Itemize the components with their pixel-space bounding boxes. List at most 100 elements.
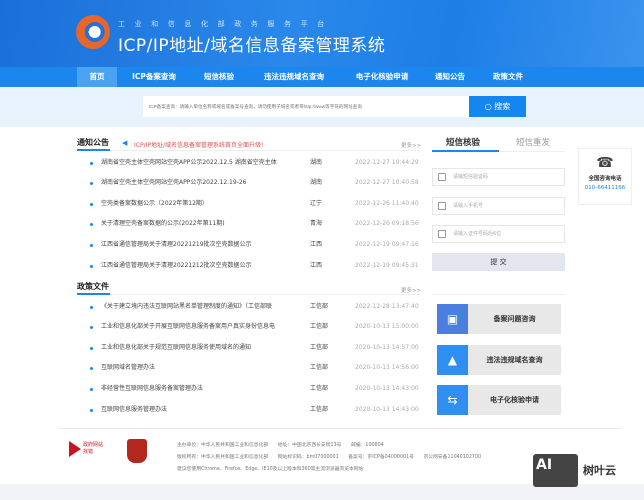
item-title[interactable]: 工业和信息化部关于开展互联网信息服务备案用户真实身份信息电 (101, 321, 275, 333)
search-button-label: 搜索 (494, 102, 511, 111)
bullet-icon (90, 409, 93, 412)
item-date: 2022-12-28 13:47:40 (355, 303, 419, 310)
nav-notices[interactable]: 通知公告 (425, 67, 475, 87)
illegal-domain-button[interactable]: ▲ 违法违规域名查询 (437, 345, 561, 375)
list-item[interactable]: 湖南省空壳主体空壳网站空壳APP公示2022.12.5 湖南省空壳主体 湖南 202… (77, 157, 420, 169)
item-region: 青海 (310, 220, 323, 227)
list-item[interactable]: 关于清理空壳备案数据的公示(2022年第11期) 青海 2022-12-26 09:… (77, 218, 420, 230)
divider (77, 294, 420, 295)
item-date: 2020-10-13 14:43:00 (355, 385, 419, 392)
bullet-icon (90, 367, 93, 370)
item-title[interactable]: 湖南省空壳主体空壳网站空壳APP公示2022.12.5 湖南省空壳主体 (101, 157, 277, 169)
submit-button[interactable]: 提 交 (432, 253, 565, 271)
bullet-icon (90, 326, 93, 329)
item-date: 2022-12-19 09:47:16 (355, 241, 419, 248)
bullet-icon (90, 162, 93, 165)
nav-icp-query[interactable]: ICP备案查询 (122, 67, 186, 87)
id-placeholder: 请输入证件号码后6位 (453, 231, 502, 237)
item-region: 工信部 (310, 323, 329, 330)
list-item[interactable]: 非经营性互联网信息服务备案管理办法 工信部 2020-10-13 14:43:00 (77, 383, 420, 395)
consult-icon: ▣ (437, 304, 468, 334)
item-title[interactable]: 非经营性互联网信息服务备案管理办法 (101, 383, 203, 395)
nav-policies[interactable]: 政策文件 (483, 67, 533, 87)
item-title[interactable]: 空壳类备案数据公示（2022年第12期） (101, 198, 208, 210)
item-region: 湖南 (310, 159, 323, 166)
footer-line-2: 版权所有：中华人民共和国工业和信息化部 网站标识码：bm07000001 备案号… (177, 455, 482, 460)
header: 工业和信息化部政务服务平台 ICP/IP地址/域名信息备案管理系统 (0, 0, 644, 67)
main-nav: 首页 ICP备案查询 短信核验 违法违规域名查询 电子化核验申请 通知公告 政策… (0, 67, 644, 87)
item-date: 2022-12-27 10:40:58 (355, 179, 419, 186)
id-number-input[interactable]: 请输入证件号码后6位 (432, 225, 565, 243)
bullet-icon (90, 388, 93, 391)
item-title[interactable]: 关于清理空壳备案数据的公示(2022年第11期) (101, 218, 225, 230)
item-date: 2020-10-13 14:43:00 (355, 406, 419, 413)
item-date: 2020-10-13 14:56:00 (355, 364, 419, 371)
item-region: 工信部 (310, 385, 329, 392)
item-title[interactable]: 江西省通信管理局关于清理20221212批次空壳数据公示 (101, 260, 252, 272)
watermark-text: 树叶云 (583, 464, 616, 477)
notices-more-link[interactable]: 更多>> (401, 141, 421, 149)
list-item[interactable]: 工业和信息化部关于开展互联网信息服务备案用户真实身份信息电 工信部 2020-10-… (77, 321, 420, 333)
telephone-icon: ☎ (596, 155, 614, 171)
list-item[interactable]: 空壳类备案数据公示（2022年第12期） 辽宁 2022-12-26 11:40:4… (77, 198, 420, 210)
policies-title: 政策文件 (77, 282, 109, 291)
nav-home[interactable]: 首页 (77, 67, 117, 87)
e-verify-label: 电子化核验申请 (490, 396, 539, 404)
site-logo[interactable] (76, 15, 110, 49)
search-button[interactable]: ○ 搜索 (469, 96, 526, 117)
item-title[interactable]: 工业和信息化部关于规范互联网信息服务使用域名的通知 (101, 342, 251, 354)
list-item[interactable]: 互联网域名管理办法 工信部 2020-10-13 14:56:00 (77, 362, 420, 374)
list-item[interactable]: 江西省通信管理局关于清理20221219批次空壳数据公示 江西 2022-12-19… (77, 239, 420, 251)
exchange-icon: ⇆ (437, 385, 468, 415)
nav-illegal-domain[interactable]: 违法违规域名查询 (252, 67, 336, 87)
illegal-domain-label: 违法违规域名查询 (486, 356, 543, 364)
bullet-icon (90, 203, 93, 206)
bullet-icon (90, 223, 93, 226)
hotline-label: 全国咨询电话 (588, 176, 622, 182)
phone-input[interactable]: 请输入手机号 (432, 197, 565, 215)
list-item[interactable]: 互联网信息服务管理办法 工信部 2020-10-13 14:43:00 (77, 404, 420, 416)
gov-site-badge[interactable]: 政府网站 找错 (69, 441, 109, 459)
item-date: 2022-12-26 09:18:56 (355, 220, 419, 227)
e-verify-button[interactable]: ⇆ 电子化核验申请 (437, 385, 561, 415)
search-input[interactable] (143, 96, 469, 117)
list-item[interactable]: 工业和信息化部关于规范互联网信息服务使用域名的通知 工信部 2020-10-13 1… (77, 342, 420, 354)
item-region: 工信部 (310, 303, 329, 310)
message-icon (438, 173, 446, 181)
divider (432, 294, 565, 295)
consult-label: 备案问题咨询 (493, 315, 536, 323)
bullet-icon (90, 306, 93, 309)
footer-line-1: 主办单位：中华人民共和国工业和信息化部 地址：中国北京西长安街13号 邮编：10… (177, 443, 384, 448)
search-icon: ○ (484, 102, 495, 111)
item-date: 2020-10-13 14:57:00 (355, 344, 419, 351)
footer-divider (58, 428, 622, 429)
notices-title: 通知公告 (77, 138, 109, 147)
item-title[interactable]: 湖南省空壳主体空壳网站空壳APP公示2022.12.19-26 (101, 177, 247, 189)
item-region: 辽宁 (310, 200, 323, 207)
item-title[interactable]: 互联网信息服务管理办法 (101, 404, 167, 416)
item-region: 江西 (310, 262, 323, 269)
policies-underline (77, 293, 110, 295)
notice-marquee[interactable]: ICP/IP地址/域名信息备案管理系统首页全面升级! (134, 140, 263, 149)
hotline-box: ☎ 全国咨询电话 010-66411166 (578, 148, 632, 205)
item-date: 2022-12-19 09:45:31 (355, 262, 419, 269)
nav-sms-verify[interactable]: 短信核验 (192, 67, 246, 87)
item-title[interactable]: 互联网域名管理办法 (101, 362, 155, 374)
sms-code-input[interactable]: 请输短信验证码 (432, 168, 565, 186)
bullet-icon (90, 265, 93, 268)
item-title[interactable]: 《关于建立境内违法互联网站黑名单管理制度的通知》（工信部联 (101, 301, 272, 313)
list-item[interactable]: 湖南省空壳主体空壳网站空壳APP公示2022.12.19-26 湖南 2022-12… (77, 177, 420, 189)
bullet-icon (90, 347, 93, 350)
item-title[interactable]: 江西省通信管理局关于清理20221219批次空壳数据公示 (101, 239, 252, 251)
list-item[interactable]: 江西省通信管理局关于清理20221212批次空壳数据公示 江西 2022-12-19… (77, 260, 420, 272)
list-item[interactable]: 《关于建立境内违法互联网站黑名单管理制度的通知》（工信部联 工信部 2022-12-… (77, 301, 420, 313)
tab-sms-verify[interactable]: 短信核验 (433, 136, 493, 148)
watermark-logo-icon: AI (533, 454, 578, 487)
gov-badge-text: 政府网站 找错 (83, 442, 104, 455)
item-region: 湖南 (310, 179, 323, 186)
phone-placeholder: 请输入手机号 (453, 203, 484, 209)
tab-sms-resend[interactable]: 短信重发 (503, 136, 563, 148)
policies-more-link[interactable]: 更多>> (401, 286, 421, 294)
consult-button[interactable]: ▣ 备案问题咨询 (437, 304, 561, 334)
nav-e-verify[interactable]: 电子化核验申请 (342, 67, 422, 87)
